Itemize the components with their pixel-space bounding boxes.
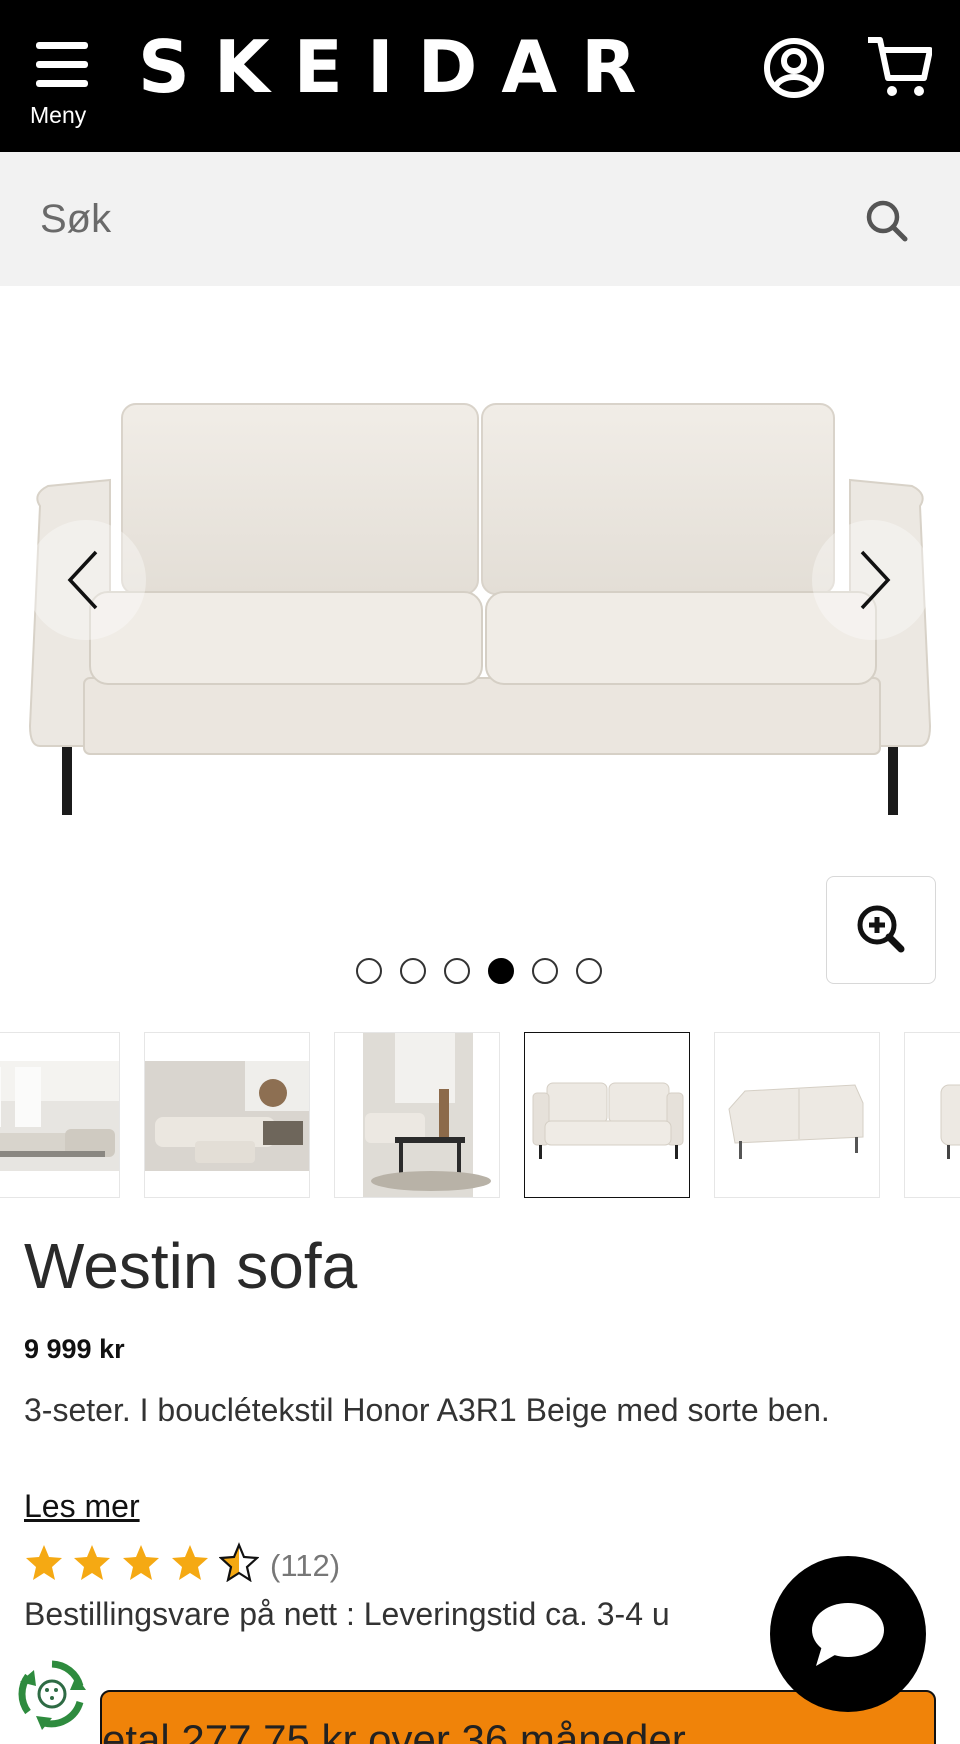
- gallery-dot[interactable]: [400, 958, 426, 984]
- gallery-dot[interactable]: [532, 958, 558, 984]
- product-title: Westin sofa: [24, 1230, 358, 1302]
- financing-label: etal 277,75 kr over 36 måneder: [102, 1716, 686, 1744]
- zoom-button[interactable]: [826, 876, 936, 984]
- site-logo[interactable]: SKEIDAR: [138, 26, 661, 108]
- thumbnail-sofa-angle[interactable]: [714, 1032, 880, 1198]
- star-icon: [172, 1545, 208, 1580]
- thumbnail-strip: [0, 1032, 960, 1200]
- zoom-in-icon: [857, 905, 905, 953]
- menu-button[interactable]: Meny: [28, 38, 98, 130]
- delivery-info: Bestillingsvare på nett : Leveringstid c…: [24, 1596, 670, 1632]
- gallery-dot[interactable]: [576, 958, 602, 984]
- thumbnail-room-3[interactable]: [334, 1032, 500, 1198]
- search-icon[interactable]: [862, 196, 912, 246]
- gallery-prev-button[interactable]: [26, 520, 146, 640]
- search-bar: [0, 152, 960, 286]
- star-icon: [74, 1545, 110, 1580]
- gallery-next-button[interactable]: [812, 520, 932, 640]
- recycle-badge-icon[interactable]: [14, 1656, 90, 1732]
- chat-button[interactable]: [770, 1556, 926, 1712]
- hamburger-icon: [36, 42, 88, 88]
- thumbnail-sofa-side[interactable]: [904, 1032, 960, 1198]
- thumbnail-sofa-front[interactable]: [524, 1032, 690, 1198]
- review-count[interactable]: (112): [270, 1548, 340, 1584]
- user-account-icon[interactable]: [762, 36, 826, 100]
- product-price: 9 999 kr: [24, 1334, 125, 1364]
- read-more-link[interactable]: Les mer: [24, 1488, 140, 1525]
- product-gallery: [0, 286, 960, 1016]
- site-header: Meny SKEIDAR: [0, 0, 960, 152]
- gallery-dot-active[interactable]: [488, 958, 514, 984]
- chevron-left-icon: [67, 550, 98, 610]
- gallery-dot[interactable]: [444, 958, 470, 984]
- chevron-right-icon: [860, 550, 891, 610]
- product-description: 3-seter. I bouclétekstil Honor A3R1 Beig…: [24, 1392, 830, 1428]
- half-star-icon: [219, 1542, 259, 1582]
- star-icon: [123, 1545, 159, 1580]
- menu-label: Meny: [30, 102, 87, 128]
- thumbnail-room-2[interactable]: [144, 1032, 310, 1198]
- shopping-cart-icon[interactable]: [866, 34, 933, 100]
- search-input[interactable]: [40, 184, 820, 254]
- star-icon: [26, 1545, 62, 1580]
- thumbnail-room-1[interactable]: [0, 1032, 120, 1198]
- gallery-dot[interactable]: [356, 958, 382, 984]
- chat-bubble-icon: [812, 1603, 884, 1666]
